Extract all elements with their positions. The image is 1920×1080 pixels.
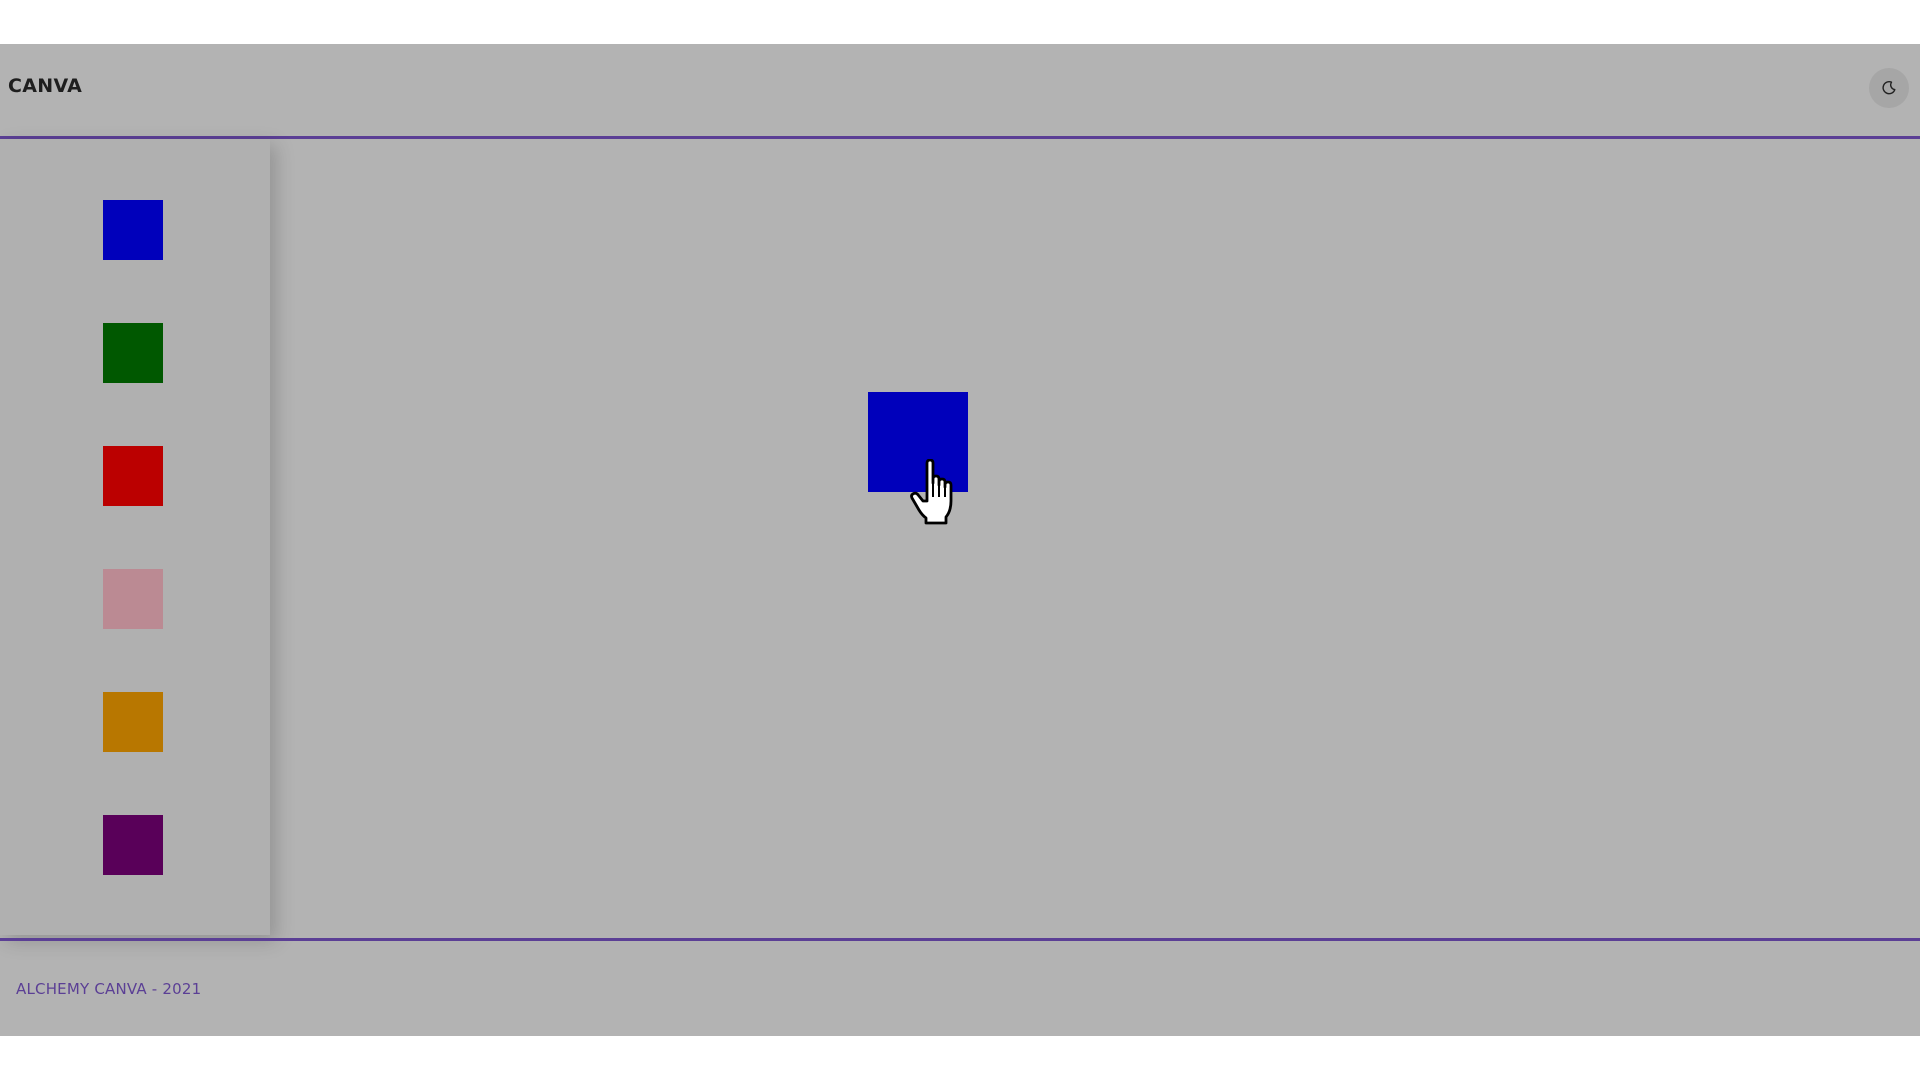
swatch-purple[interactable] <box>103 815 163 875</box>
color-palette-sidebar <box>0 139 270 935</box>
theme-toggle-button[interactable] <box>1869 68 1909 108</box>
swatch-orange[interactable] <box>103 692 163 752</box>
swatch-blue[interactable] <box>103 200 163 260</box>
swatch-red[interactable] <box>103 446 163 506</box>
swatch-green[interactable] <box>103 323 163 383</box>
swatch-pink[interactable] <box>103 569 163 629</box>
footer-divider <box>0 938 1920 941</box>
canvas-square[interactable] <box>868 392 968 492</box>
header: CANVA <box>0 44 1920 139</box>
app-window: CANVA ALCHEMY CANVA - 2021 <box>0 44 1920 1036</box>
drawing-canvas[interactable] <box>270 139 1920 935</box>
brand-title: CANVA <box>8 75 83 97</box>
moon-icon <box>1882 81 1896 95</box>
footer-text: ALCHEMY CANVA - 2021 <box>16 980 202 998</box>
